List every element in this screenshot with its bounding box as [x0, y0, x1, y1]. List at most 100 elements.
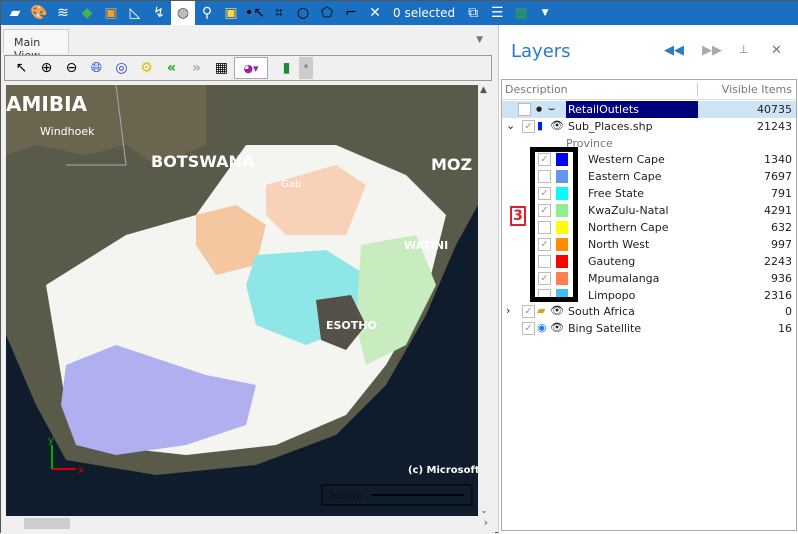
select-line-icon[interactable]: ⌐: [339, 1, 363, 25]
layer-count: 21243: [757, 120, 792, 133]
layers-icon[interactable]: ≋: [51, 1, 75, 25]
label-moz: MOZ: [431, 155, 472, 174]
clear-selection-icon[interactable]: ✕: [363, 1, 387, 25]
label-eswatini: WATINI: [404, 239, 448, 252]
pin-panel-icon[interactable]: ⊥: [739, 43, 749, 56]
palette-icon[interactable]: 🎨: [27, 1, 51, 25]
frame-icon[interactable]: ▣: [219, 1, 243, 25]
point-icon: ●: [536, 105, 543, 113]
layer-row[interactable]: ✓ ◉ 👁︎ Bing Satellite 16: [502, 320, 796, 337]
layer-count: 997: [771, 238, 792, 251]
layer-count: 16: [778, 322, 792, 335]
layer-name: Western Cape: [588, 153, 665, 166]
zoom-to-selection-icon[interactable]: ⧉: [461, 1, 485, 25]
zoom-extent-icon[interactable]: ◎: [109, 57, 134, 79]
collapse-all-icon[interactable]: ◀◀: [664, 43, 684, 58]
layer-row[interactable]: ● ⌣ RetailOutlets 40735: [502, 101, 796, 118]
layer-checkbox[interactable]: [518, 103, 531, 116]
pin-icon[interactable]: ⚲: [195, 1, 219, 25]
google-maps-icon[interactable]: ◆: [75, 1, 99, 25]
star-button[interactable]: *: [299, 57, 313, 79]
globe-icon[interactable]: ◍: [171, 1, 195, 25]
scroll-right-icon[interactable]: ›: [484, 516, 488, 529]
layers-title: Layers: [511, 41, 571, 62]
layer-count: 2243: [764, 255, 792, 268]
layer-count: 1340: [764, 153, 792, 166]
horizontal-scrollbar[interactable]: ›: [6, 516, 492, 532]
scroll-up-icon[interactable]: ▲: [480, 85, 487, 95]
eye-icon: 👁︎: [550, 119, 564, 132]
layer-checkbox[interactable]: ✓: [522, 322, 535, 335]
layer-name: RetailOutlets: [568, 103, 639, 116]
main-view-panel: Main View ▼ ↖ ⊕ ⊖ 🌐︎ ◎ ⚙ « » ▦ ◕▾ ▮ * AM…: [1, 25, 495, 534]
layer-count: 40735: [757, 103, 792, 116]
vertical-scrollbar[interactable]: ▲ ⌄: [478, 85, 492, 516]
layers-panel: Layers ◀◀ ▶▶ ⊥ ✕ Description Visible Ite…: [498, 25, 798, 534]
scale-label: 300km: [328, 491, 363, 502]
annotation-box: [530, 147, 578, 302]
layer-row[interactable]: ✓ › ▰ 👁︎ South Africa 0: [502, 303, 796, 320]
select-point-icon[interactable]: •↖: [243, 1, 267, 25]
bing-icon[interactable]: ▣: [99, 1, 123, 25]
layer-name: Northern Cape: [588, 221, 669, 234]
expand-chevron-icon: ⌄: [506, 119, 516, 132]
measure-icon[interactable]: ◺: [123, 1, 147, 25]
select-circle-icon[interactable]: ○: [291, 1, 315, 25]
layer-name: Limpopo: [588, 289, 636, 302]
scroll-thumb[interactable]: [24, 518, 70, 529]
column-visible-items[interactable]: Visible Items: [698, 83, 796, 96]
x-axis-label: x: [78, 465, 84, 476]
forward-icon[interactable]: »: [184, 57, 209, 79]
tab-main-view[interactable]: Main View: [3, 29, 69, 62]
dropdown-icon[interactable]: ▼: [533, 1, 557, 25]
expand-arrow-icon: ›: [506, 304, 511, 317]
annotation-badge: 3: [510, 206, 526, 226]
label-namibia: AMIBIA: [6, 92, 88, 116]
full-extent-icon[interactable]: 🌐︎: [84, 57, 109, 79]
selection-count: 0 selected: [393, 6, 456, 20]
coordinate-icon[interactable]: ↯: [147, 1, 171, 25]
layer-row[interactable]: ✓ ⌄ ▮ 👁︎ Sub_Places.shp 21243: [502, 118, 796, 135]
eye-icon: 👁︎: [550, 321, 564, 334]
select-rect-icon[interactable]: ⌗: [267, 1, 291, 25]
layer-count: 7697: [764, 170, 792, 183]
polygon-style-icon: ▮: [537, 119, 544, 132]
back-icon[interactable]: «: [159, 57, 184, 79]
tab-menu-icon[interactable]: ▼: [476, 35, 483, 45]
bing-icon: ◉: [537, 321, 547, 334]
map-svg: AMIBIA Windhoek BOTSWANA MOZ Gab WATINI …: [6, 85, 478, 516]
table-icon[interactable]: ☰: [485, 1, 509, 25]
label-gaborone: Gab: [281, 179, 301, 190]
layer-name: South Africa: [568, 305, 635, 318]
zoom-out-icon[interactable]: ⊖: [59, 57, 84, 79]
layer-checkbox[interactable]: ✓: [522, 305, 535, 318]
layer-count: 0: [785, 305, 792, 318]
grid-icon[interactable]: ▦: [209, 57, 234, 79]
label-lesotho: ESOTHO: [326, 319, 377, 332]
layer-name: Gauteng: [588, 255, 636, 268]
layer-name: KwaZulu-Natal: [588, 204, 669, 217]
layer-name: Mpumalanga: [588, 272, 660, 285]
eye-icon: 👁︎: [550, 304, 564, 317]
pointer-icon[interactable]: ↖: [9, 57, 34, 79]
y-axis-label: y: [48, 435, 54, 446]
folder-icon[interactable]: ▰: [3, 1, 27, 25]
scroll-down-icon[interactable]: ⌄: [480, 506, 488, 516]
bookmark-icon[interactable]: ▮: [274, 57, 299, 79]
zoom-in-icon[interactable]: ⊕: [34, 57, 59, 79]
expand-all-icon[interactable]: ▶▶: [702, 43, 722, 58]
column-description[interactable]: Description: [502, 83, 698, 96]
label-windhoek: Windhoek: [40, 125, 95, 138]
layer-count: 2316: [764, 289, 792, 302]
hidden-eye-icon: ⌣: [548, 102, 556, 115]
layers-tree: Description Visible Items ● ⌣ RetailOutlet…: [501, 79, 797, 531]
close-panel-icon[interactable]: ✕: [771, 43, 782, 58]
map-canvas[interactable]: AMIBIA Windhoek BOTSWANA MOZ Gab WATINI …: [6, 85, 478, 516]
layer-name: Free State: [588, 187, 644, 200]
select-polygon-icon[interactable]: ⬠: [315, 1, 339, 25]
layer-count: 936: [771, 272, 792, 285]
layer-checkbox[interactable]: ✓: [522, 120, 535, 133]
theme-icon[interactable]: ◕▾: [234, 57, 268, 79]
excel-export-icon[interactable]: ▦: [509, 1, 533, 25]
settings-icon[interactable]: ⚙: [134, 57, 159, 79]
